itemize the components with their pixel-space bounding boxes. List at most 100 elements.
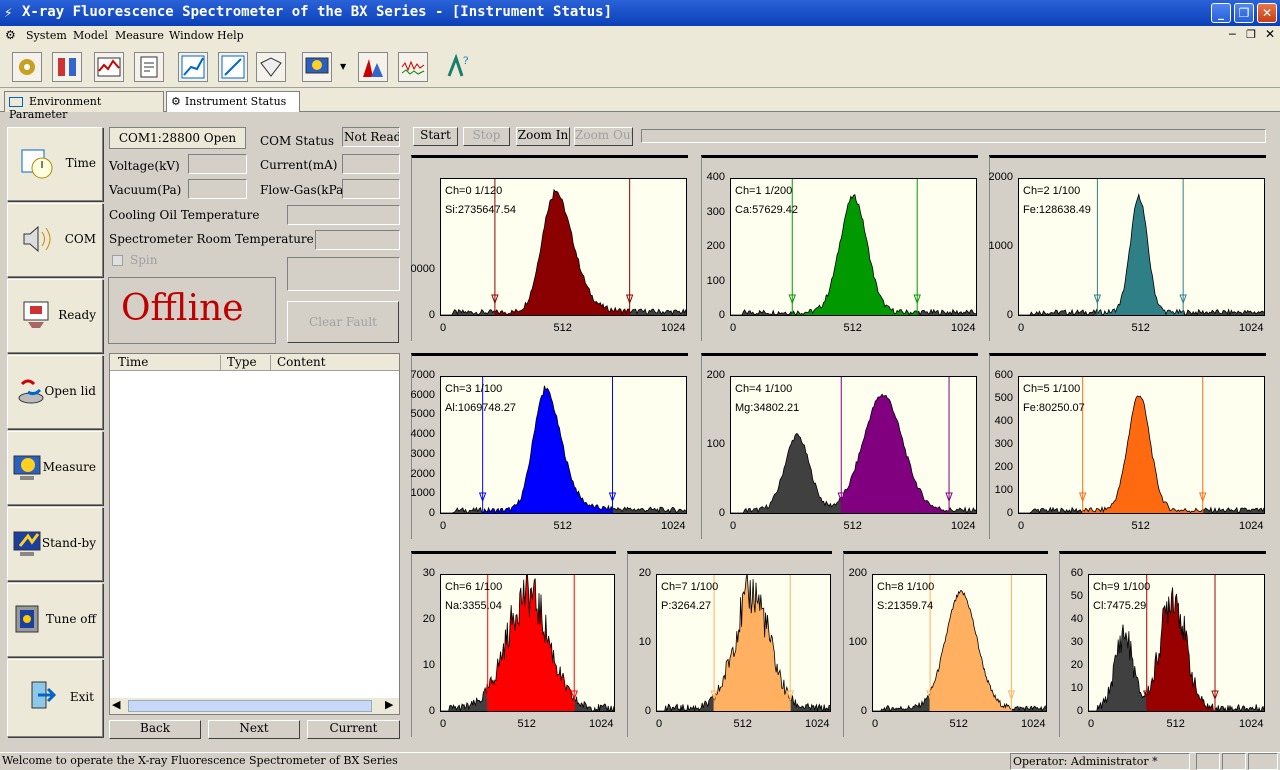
status-panel-2 (1222, 753, 1246, 770)
welcome-message: Welcome to operate the X-ray Fluorescenc… (2, 754, 398, 767)
y-tick-label: 0 (1076, 705, 1083, 717)
mdi-minimize-icon[interactable]: ─ (1229, 28, 1236, 41)
plot-area[interactable]: Ch=1 1/200 Ca:57629.42 (730, 178, 977, 316)
ready-label: Ready (58, 308, 96, 322)
monitor-tool-icon[interactable] (302, 52, 332, 82)
open-lid-icon (18, 379, 44, 404)
spectrum-chart-3[interactable]: Ch=3 1/100 Al:1069748.27 0 1000 2000 3000 4000… (411, 353, 688, 539)
measure-button[interactable]: Measure (7, 431, 103, 505)
x-tick-label: 1024 (589, 718, 614, 730)
column-type[interactable]: Type (220, 355, 257, 371)
app-icon: ⚡ (4, 5, 13, 21)
dropdown-arrow-icon[interactable]: ▼ (340, 62, 346, 71)
room-temp-label: Spectrometer Room Temperature (109, 232, 314, 246)
standby-button[interactable]: Stand-by (7, 507, 103, 581)
tab-instrument-status[interactable]: ⚙ Instrument Status (166, 91, 300, 112)
calibrate-tool-icon[interactable] (134, 52, 164, 82)
x-tick-label: 1024 (951, 520, 976, 532)
spectrum-chart-5[interactable]: Ch=5 1/100 Fe:80250.07 0 100 200 300 400 500 600… (989, 353, 1266, 539)
offline-indicator: Offline (108, 277, 276, 344)
spectrum-chart-4[interactable]: Ch=4 1/100 Mg:34802.21 0 100 200 0 512 1024 (701, 353, 978, 539)
window-title: X-ray Fluorescence Spectrometer of the B… (22, 4, 613, 20)
com-button[interactable]: COM (7, 203, 103, 277)
plot-area[interactable]: Ch=5 1/100 Fe:80250.07 (1018, 376, 1265, 514)
maximize-button[interactable]: ❐ (1234, 3, 1254, 23)
y-tick-label: 200 (994, 461, 1013, 473)
stop-button[interactable]: Stop (463, 127, 510, 146)
x-tick-label: 512 (553, 322, 572, 334)
help-tool-icon[interactable]: ? (444, 52, 474, 82)
plot-area[interactable]: Ch=6 1/100 Na:3355.04 (440, 574, 615, 712)
next-button[interactable]: Next (208, 720, 300, 739)
plot-area[interactable]: Ch=0 1/120 Si:2735647.54 (440, 178, 687, 316)
x-tick-label: 0 (656, 718, 663, 730)
menu-help[interactable]: Help (217, 29, 244, 42)
open-lid-button[interactable]: Open lid (7, 355, 103, 429)
mdi-restore-icon[interactable]: ❐ (1246, 28, 1256, 41)
spectrum-chart-6[interactable]: Ch=6 1/100 Na:3355.04 0 10 20 30 0 512 1024 (411, 551, 616, 737)
current-button[interactable]: Current (307, 720, 400, 739)
x-tick-label: 0 (1018, 322, 1025, 334)
column-time[interactable]: Time (118, 355, 148, 369)
y-tick-label: 0 (718, 507, 725, 519)
exit-button[interactable]: Exit (7, 659, 103, 737)
menu-measure[interactable]: Measure (115, 29, 164, 42)
horizontal-scrollbar[interactable]: ◀ ▶ (110, 698, 399, 714)
plot-area[interactable]: Ch=7 1/100 P:3264.27 (656, 574, 831, 712)
column-content[interactable]: Content (270, 355, 326, 371)
scroll-thumb[interactable] (128, 700, 372, 712)
spectrum-chart-2[interactable]: Ch=2 1/100 Fe:128638.49 0 1000 2000 0 512 1024 (989, 155, 1266, 341)
standby-label: Stand-by (41, 536, 96, 550)
ready-button[interactable]: Ready (7, 279, 103, 353)
x-tick-label: 512 (1131, 520, 1150, 532)
plot-area[interactable]: Ch=9 1/100 Cl:7475.29 (1088, 574, 1265, 712)
zoom-out-button[interactable]: Zoom Out (574, 127, 633, 146)
noise-tool-icon[interactable] (398, 52, 428, 82)
system-menu-icon[interactable]: ⚙ (5, 28, 16, 42)
menu-window[interactable]: Window (169, 29, 214, 42)
back-button[interactable]: Back (109, 720, 201, 739)
zoom-in-button[interactable]: Zoom In (516, 127, 570, 146)
menu-system[interactable]: System (26, 29, 67, 42)
time-button[interactable]: Time (7, 127, 103, 201)
plot-area[interactable]: Ch=3 1/100 Al:1069748.27 (440, 376, 687, 514)
y-tick-label: 200 (706, 369, 725, 381)
spectrum-tool-icon[interactable] (94, 52, 124, 82)
tab-environment-parameter[interactable]: Environment Parameter (4, 91, 164, 121)
edit-chart-tool-icon[interactable] (218, 52, 248, 82)
spectrum-chart-0[interactable]: Ch=0 1/120 Si:2735647.54 0 0000 0 512 1024 (411, 155, 688, 341)
x-tick-label: 512 (517, 718, 536, 730)
spectrum-chart-7[interactable]: Ch=7 1/100 P:3264.27 0 10 20 0 512 1024 (627, 551, 832, 737)
spectrum-chart-8[interactable]: Ch=8 1/100 S:21359.74 0 100 200 0 512 1024 (843, 551, 1048, 737)
mdi-close-icon[interactable]: ✕ (1265, 27, 1275, 41)
tune-off-button[interactable]: Tune off (7, 583, 103, 657)
chart-tool-icon[interactable] (178, 52, 208, 82)
clear-fault-button[interactable]: Clear Fault (287, 301, 399, 343)
start-button[interactable]: Start (413, 127, 458, 146)
scroll-right-icon[interactable]: ▶ (385, 698, 393, 711)
y-tick-label: 300 (706, 205, 725, 218)
y-tick-label: 400 (994, 415, 1013, 427)
x-tick-label: 0 (730, 520, 737, 532)
plot-area[interactable]: Ch=8 1/100 S:21359.74 (872, 574, 1047, 712)
report-tool-icon[interactable] (256, 52, 286, 82)
x-tick-label: 0 (872, 718, 879, 730)
spectrum-chart-1[interactable]: Ch=1 1/200 Ca:57629.42 0 100 200 300 400 0 512 10… (701, 155, 978, 341)
tab-label: Instrument Status (184, 95, 287, 108)
connect-tool-icon[interactable] (52, 52, 82, 82)
y-tick-label: 100 (994, 484, 1013, 496)
close-button[interactable]: ✕ (1257, 3, 1277, 23)
settings-tool-icon[interactable] (12, 52, 42, 82)
plot-area[interactable]: Ch=2 1/100 Fe:128638.49 (1018, 178, 1265, 316)
spin-checkbox[interactable] (112, 255, 123, 266)
peak-tool-icon[interactable] (358, 52, 388, 82)
menu-model[interactable]: Model (73, 29, 108, 42)
spectrum-chart-9[interactable]: Ch=9 1/100 Cl:7475.29 0 10 20 30 40 50 60 0 512 102… (1059, 551, 1266, 737)
status-panel-1 (1196, 753, 1220, 770)
event-log: Time Type Content ◀ ▶ (109, 353, 400, 715)
minimize-button[interactable]: _ (1211, 3, 1231, 23)
element-intensity-label: P:3264.27 (661, 600, 712, 612)
plot-area[interactable]: Ch=4 1/100 Mg:34802.21 (730, 376, 977, 514)
scroll-left-icon[interactable]: ◀ (112, 698, 120, 711)
x-tick-label: 512 (733, 718, 752, 730)
